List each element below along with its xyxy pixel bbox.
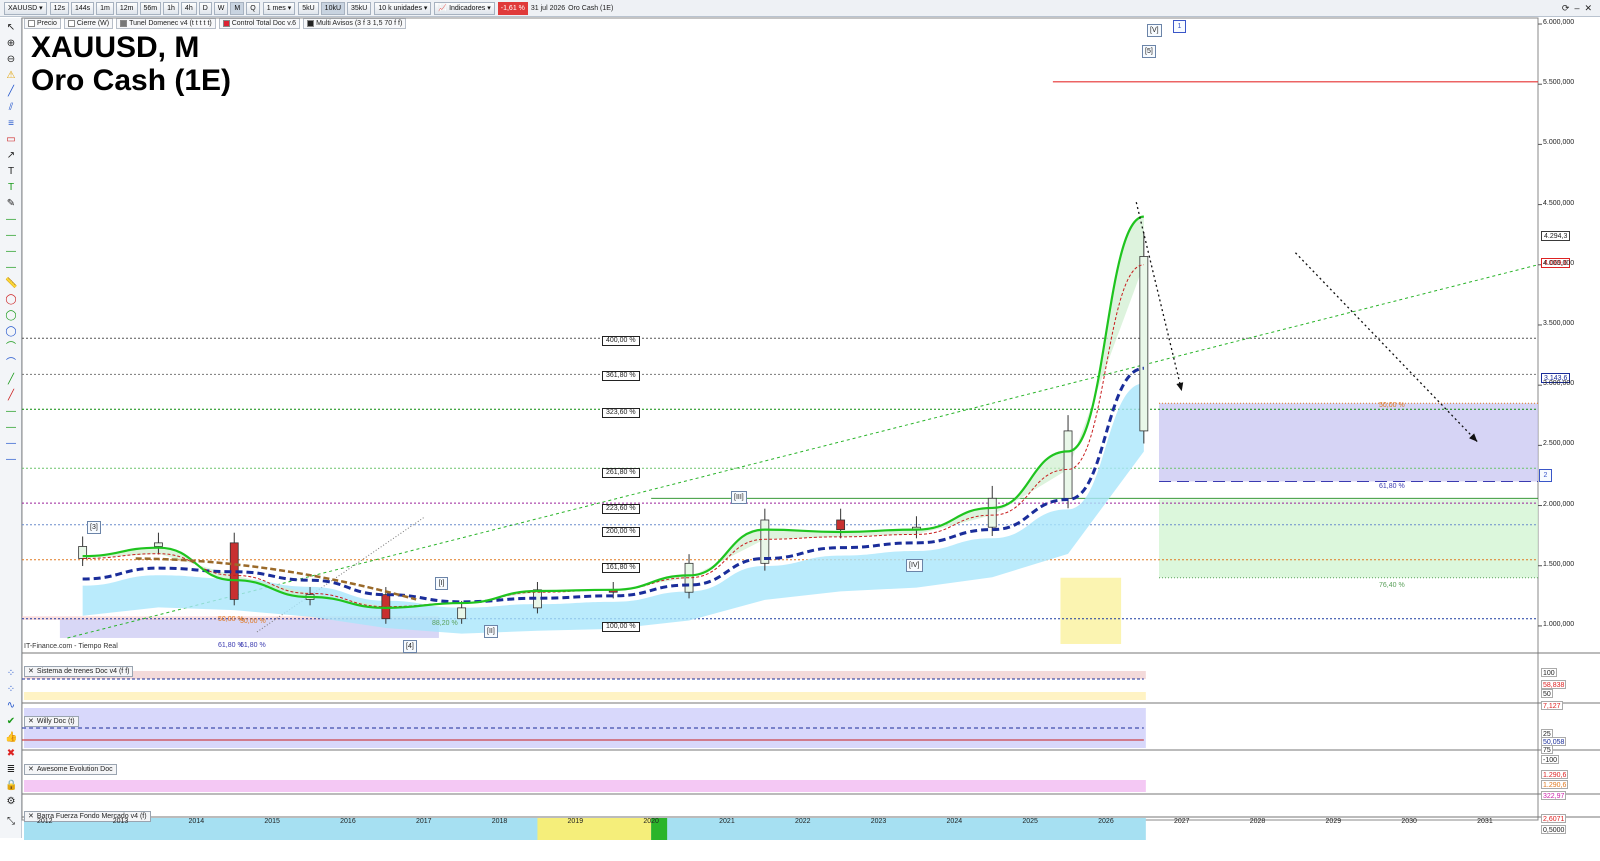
panel-label-awesome[interactable]: ✕ Awesome Evolution Doc	[24, 764, 117, 775]
yellow-zone	[1060, 577, 1122, 644]
fib-label-2236: 223,60 %	[602, 504, 640, 514]
x-tick-label: 2015	[264, 818, 280, 825]
osc-willy-75: 75	[1541, 745, 1553, 754]
chart-title-name: Oro Cash (1E)	[31, 64, 232, 97]
osc-awesome-value3: 322,97	[1541, 791, 1567, 800]
x-tick-label: 2027	[1173, 818, 1190, 825]
x-tick-label: 2016	[340, 818, 356, 825]
low-label-882: 88,20 %	[432, 620, 458, 627]
x-tick-label: 2023	[870, 818, 887, 825]
candle-body	[1063, 430, 1073, 499]
y-tick-label: 2.000,000	[1543, 500, 1575, 508]
x-tick-label: 2026	[1098, 818, 1114, 825]
trend-band-top	[24, 671, 1146, 679]
chart-title: XAUUSD, M Oro Cash (1E)	[31, 31, 231, 97]
zone-label-618: 61,80 %	[1379, 483, 1405, 490]
x-tick-label: 2025	[1022, 818, 1038, 825]
fib-label-2618: 261,80 %	[602, 468, 640, 478]
osc-trend-value2: 7,127	[1541, 701, 1563, 710]
wave-label-3: [3]	[87, 521, 101, 534]
x-tick-label: 2014	[188, 818, 205, 825]
x-tick-label: 2021	[719, 818, 735, 825]
x-tick-label: 2013	[112, 818, 129, 825]
y-tick-label: 2.500,000	[1543, 440, 1575, 448]
x-tick-label: 2012	[36, 818, 53, 825]
y-tick-label: 3.000,000	[1543, 380, 1575, 388]
y-tick-label: 4.000,000	[1543, 259, 1575, 267]
x-tick-label: 2019	[567, 818, 584, 825]
panel-label-trend[interactable]: ✕ Sistema de trenes Doc v4 (f f)	[24, 666, 134, 677]
osc-trend-value: 58,838	[1541, 680, 1567, 689]
candle-body	[457, 607, 467, 620]
candle-body	[154, 542, 163, 547]
x-tick-label: 2030	[1401, 818, 1417, 825]
x-tick-label: 2029	[1325, 818, 1342, 825]
osc-fuerza-value2: 0,5000	[1541, 825, 1567, 834]
y-tick-label: 6.000,000	[1543, 19, 1575, 27]
wave-label-5: [5]	[1142, 45, 1156, 58]
projection-arrow-1-head	[1176, 382, 1184, 392]
wave-label-IV: [IV]	[906, 559, 923, 572]
x-tick-label: 2024	[946, 818, 963, 825]
fib-label-200: 200,00 %	[602, 527, 640, 537]
fib-label-100: 100,00 %	[602, 622, 640, 632]
y-tick-label: 5.500,000	[1543, 79, 1575, 87]
close-icon[interactable]: ✕	[28, 765, 34, 774]
close-icon[interactable]: ✕	[28, 667, 34, 676]
wave-label-II: [II]	[484, 625, 498, 638]
low-label-50b: 50,00 %	[240, 618, 266, 625]
x-tick-label: 2028	[1249, 818, 1266, 825]
osc-fuerza-value: 2,6071	[1541, 814, 1567, 823]
wave-label-2: 2	[1539, 469, 1552, 482]
candle-body	[987, 497, 997, 528]
y-tick-label: 1.000,000	[1543, 620, 1575, 628]
osc-trend-100: 100	[1541, 668, 1557, 677]
x-tick-label: 2018	[491, 818, 508, 825]
fuerza-yellow-block	[537, 818, 652, 840]
close-icon[interactable]: ✕	[28, 717, 34, 726]
panel-label-willy[interactable]: ✕ Willy Doc (t)	[24, 716, 79, 727]
x-tick-label: 2022	[794, 818, 811, 825]
candle-body	[760, 519, 770, 564]
osc-awesome-value2: 1.290,6	[1541, 780, 1569, 789]
candle-body	[1139, 256, 1149, 432]
awesome-band	[24, 780, 1146, 792]
y-tick-label: 5.000,000	[1543, 139, 1575, 147]
price-tag-current-a: 4.294,3	[1541, 231, 1571, 241]
trend-band-bottom	[24, 692, 1146, 700]
fib-label-1618: 161,80 %	[602, 563, 640, 573]
x-tick-label: 2031	[1477, 818, 1493, 825]
osc-willy-min: -100	[1541, 755, 1560, 764]
data-source-label: IT-Finance.com - Tiempo Real	[24, 643, 118, 650]
fib-label-400: 400,00 %	[602, 336, 640, 346]
projection-zone-green	[1159, 499, 1538, 578]
wave-label-III: [III]	[731, 491, 747, 504]
x-tick-label: 2020	[643, 818, 659, 825]
y-tick-label: 4.500,000	[1543, 199, 1575, 207]
osc-awesome-value: 1.290,6	[1541, 770, 1569, 779]
wave-label-1: 1	[1173, 20, 1186, 33]
candle-body	[836, 519, 846, 531]
fib-label-3236: 323,60 %	[602, 408, 640, 418]
wave-label-V: [V]	[1147, 24, 1162, 37]
low-label-618b: 61,80 %	[240, 642, 266, 649]
chart-canvas[interactable]	[0, 0, 1600, 861]
y-tick-label: 3.500,000	[1543, 319, 1575, 327]
x-tick-label: 2017	[415, 818, 432, 825]
zone-label-764: 76,40 %	[1379, 582, 1405, 589]
zone-label-50: 50,00 %	[1379, 402, 1405, 409]
projection-zone-purple	[1159, 403, 1538, 482]
wave-label-I: [I]	[435, 577, 448, 590]
wave-label-4: [4]	[403, 640, 417, 653]
y-tick-label: 1.500,000	[1543, 560, 1575, 568]
osc-trend-50: 50	[1541, 689, 1553, 698]
chart-title-symbol: XAUUSD, M	[31, 31, 200, 64]
fib-label-3618: 361,80 %	[602, 371, 640, 381]
